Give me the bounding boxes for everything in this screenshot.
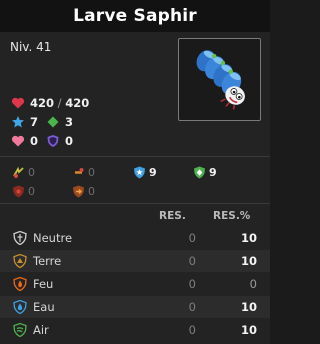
grid-stat-6-value: 0: [88, 185, 95, 198]
res-row-air: Air 0 10: [0, 319, 270, 341]
dodge-icon: [13, 166, 24, 178]
grid-stat-5-value: 0: [28, 185, 35, 198]
divider-top: [0, 156, 270, 157]
mp-stat: 3: [46, 115, 73, 129]
shield-icon: [47, 135, 59, 147]
heal-stat: 0: [11, 134, 38, 148]
res-name-eau: Eau: [33, 300, 55, 314]
mp-resist-shield-icon: [194, 166, 205, 179]
larva-illustration: [196, 50, 245, 110]
grid-stat-4: 9: [193, 166, 217, 179]
res-name-air: Air: [33, 323, 49, 337]
res-name-terre: Terre: [33, 254, 62, 268]
grid-stat-2: 0: [72, 166, 95, 179]
col-header-percent: RES.%: [213, 210, 251, 222]
res-percent-eau: 10: [240, 300, 257, 314]
divider-bottom: [0, 203, 270, 204]
hp-max: 420: [65, 96, 90, 110]
heart-icon: [11, 97, 25, 109]
res-percent-neutre: 10: [240, 231, 257, 245]
pushback-resist-icon: [73, 185, 84, 198]
res-fixed-terre: 0: [188, 254, 196, 268]
grid-stat-3: 9: [133, 166, 157, 179]
grid-stat-1-value: 0: [28, 166, 35, 179]
diamond-icon: [47, 116, 59, 128]
res-percent-feu: 0: [249, 277, 257, 291]
ap-value: 7: [30, 115, 39, 129]
res-row-terre: Terre 0 10: [0, 250, 270, 272]
ap-stat: 7: [11, 115, 38, 129]
res-fixed-air: 0: [188, 323, 196, 337]
monster-name: Larve Saphir: [73, 6, 197, 26]
res-fixed-eau: 0: [188, 300, 196, 314]
air-shield-icon: [13, 323, 27, 337]
res-name-feu: Feu: [33, 277, 54, 291]
res-fixed-neutre: 0: [188, 231, 196, 245]
grid-stat-4-value: 9: [209, 166, 217, 179]
pink-heart-icon: [11, 135, 25, 147]
col-header-fixed: RES.: [159, 210, 186, 222]
neutral-shield-icon: [13, 231, 27, 245]
fire-shield-icon: [13, 277, 27, 291]
withdrawal-icon: [75, 168, 84, 174]
res-percent-air: 10: [240, 323, 257, 337]
heal-value: 0: [30, 134, 39, 148]
monster-portrait: [178, 38, 261, 121]
water-shield-icon: [13, 300, 27, 314]
hp-current: 420: [30, 96, 55, 110]
ap-resist-shield-icon: [134, 166, 145, 179]
window-header: Larve Saphir: [0, 0, 270, 32]
res-percent-terre: 10: [240, 254, 257, 268]
grid-stat-2-value: 0: [88, 166, 95, 179]
res-name-neutre: Neutre: [33, 231, 73, 245]
res-fixed-feu: 0: [188, 277, 196, 291]
hp-stat: 420 / 420: [11, 96, 89, 110]
earth-shield-icon: [13, 254, 27, 268]
res-row-feu: Feu 0 0: [0, 273, 270, 295]
mp-value: 3: [65, 115, 74, 129]
hp-separator: /: [54, 96, 66, 110]
grid-stat-6: 0: [72, 185, 95, 198]
monster-level: Niv. 41: [10, 40, 52, 54]
grid-stat-3-value: 9: [149, 166, 157, 179]
star-icon: [12, 116, 24, 128]
res-row-eau: Eau 0 10: [0, 296, 270, 318]
grid-stat-1: 0: [12, 166, 35, 179]
shield-value: 0: [65, 134, 74, 148]
res-row-neutre: Neutre 0 10: [0, 227, 270, 249]
shield-stat: 0: [46, 134, 73, 148]
grid-stat-5: 0: [12, 185, 35, 198]
critical-resist-icon: [13, 185, 24, 198]
